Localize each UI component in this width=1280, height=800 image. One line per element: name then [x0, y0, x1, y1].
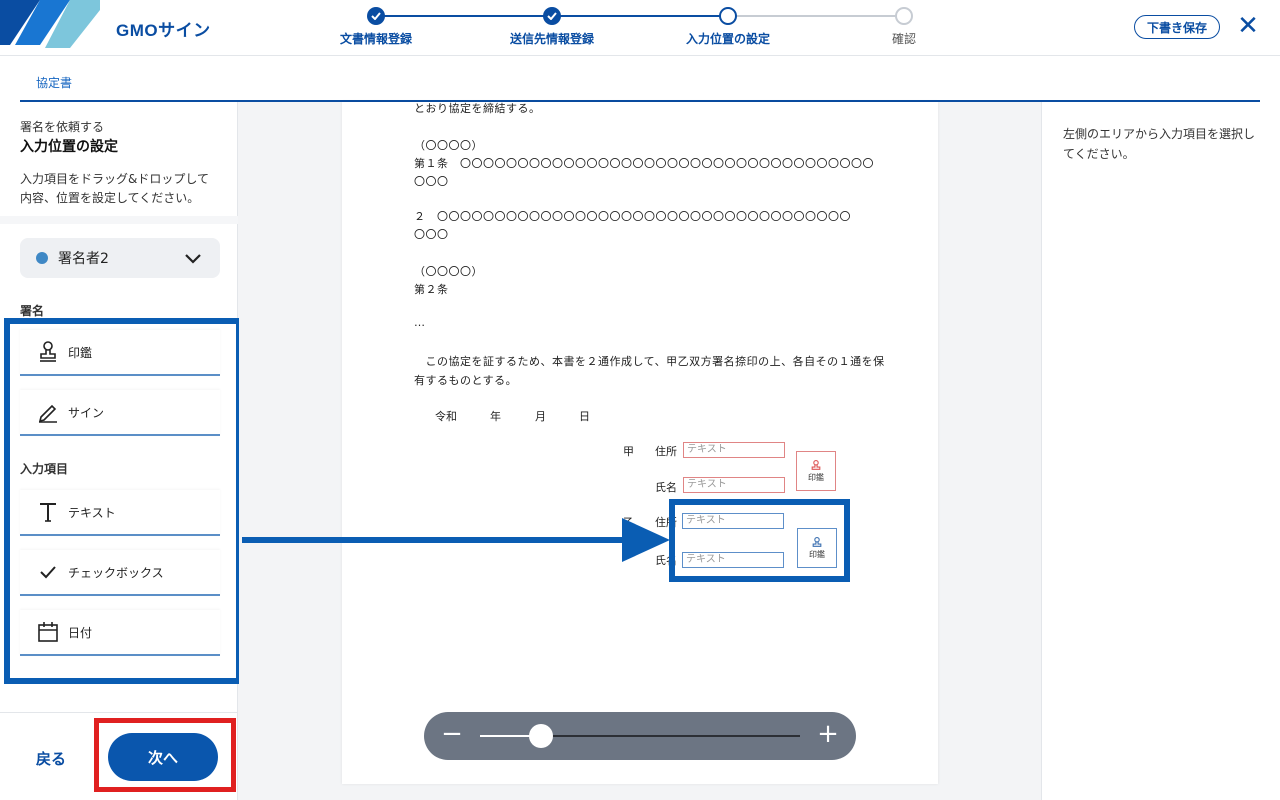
chevron-down-icon [184, 250, 202, 269]
date-label: 月 [535, 410, 546, 423]
document-text-line: 第２条 [414, 283, 449, 296]
party-a-name-label: 氏名 [655, 481, 677, 494]
properties-panel: 左側のエリアから入力項目を選択してください。 [1041, 102, 1280, 800]
document-text-line: とおり協定を締結する。 [414, 102, 541, 115]
document-text-line: ２ 〇〇〇〇〇〇〇〇〇〇〇〇〇〇〇〇〇〇〇〇〇〇〇〇〇〇〇〇〇〇〇〇〇〇〇〇 [414, 210, 851, 223]
app-header: GMOサイン 文書情報登録 送信先情報登録 入力位置の設定 確認 下書き保存 ✕ [0, 0, 1280, 56]
progress-stepper: 文書情報登録 送信先情報登録 入力位置の設定 確認 [340, 6, 940, 50]
date-label: 日 [579, 410, 590, 423]
party-a-stamp-field[interactable]: 印鑑 [796, 451, 836, 491]
zoom-out-icon[interactable]: − [440, 720, 464, 750]
divider [0, 712, 238, 713]
document-text-line: 〇〇〇 [414, 228, 449, 241]
panel-description: 入力項目をドラッグ&ドロップして内容、位置を設定してください。 [20, 172, 209, 205]
document-tab-bar: 協定書 [0, 56, 1280, 102]
step-label-recipient-info: 送信先情報登録 [509, 32, 595, 46]
back-button[interactable]: 戻る [36, 748, 66, 769]
document-text-line: 〇〇〇 [414, 175, 449, 188]
panel-title: 入力位置の設定 [20, 139, 118, 155]
party-a-mark: 甲 [623, 445, 634, 458]
brand-logo: GMOサイン [116, 21, 211, 40]
document-text-line: 有するものとする。 [414, 374, 518, 387]
step-label-input-position: 入力位置の設定 [685, 32, 771, 46]
zoom-slider[interactable] [480, 724, 800, 748]
step-label-document-info: 文書情報登録 [339, 32, 413, 46]
step-done-check-icon [367, 7, 385, 25]
zoom-in-icon[interactable]: + [816, 720, 840, 750]
step-current-dot [719, 7, 737, 25]
step-todo-dot [895, 7, 913, 25]
logo-mark-icon [0, 0, 100, 50]
drag-arrow [242, 537, 626, 543]
tab-agreement[interactable]: 協定書 [36, 74, 72, 91]
document-text-line: … [414, 316, 426, 329]
properties-hint: 左側のエリアから入力項目を選択してください。 [1063, 127, 1256, 161]
placed-fields-highlight-frame [669, 499, 850, 582]
section-label-signature: 署名 [20, 304, 45, 318]
drag-arrow-head [622, 518, 670, 562]
panel-subtitle: 署名を依頼する [20, 120, 105, 134]
document-text-line: （〇〇〇〇） [414, 139, 483, 152]
signer-select[interactable]: 署名者2 [20, 238, 220, 278]
zoom-slider-thumb[interactable] [529, 724, 553, 748]
divider [0, 216, 238, 224]
palette-highlight-frame [4, 318, 242, 684]
document-text-line: （〇〇〇〇） [414, 265, 483, 278]
signer-select-value: 署名者2 [58, 251, 109, 267]
party-a-address-label: 住所 [655, 445, 677, 458]
document-text-line: 第１条 〇〇〇〇〇〇〇〇〇〇〇〇〇〇〇〇〇〇〇〇〇〇〇〇〇〇〇〇〇〇〇〇〇〇〇〇 [414, 157, 874, 170]
step-label-confirm: 確認 [891, 32, 917, 46]
save-draft-button[interactable]: 下書き保存 [1134, 15, 1220, 39]
stamp-field-label: 印鑑 [808, 472, 824, 482]
document-text-line: この協定を証するため、本書を２通作成して、甲乙双方署名捺印の上、各自その１通を保 [414, 355, 885, 368]
stamp-icon [811, 459, 821, 470]
step-connector [376, 15, 552, 17]
party-a-name-field[interactable]: テキスト [683, 477, 785, 493]
signer-color-dot [36, 252, 48, 264]
next-button-highlight-frame [94, 718, 236, 792]
close-icon[interactable]: ✕ [1236, 13, 1260, 40]
zoom-control: − + [424, 712, 856, 760]
party-a-address-field[interactable]: テキスト [683, 442, 785, 458]
step-connector [728, 15, 904, 17]
step-connector [552, 15, 728, 17]
date-label: 令和 [435, 410, 457, 423]
date-label: 年 [490, 410, 501, 423]
document-page[interactable] [342, 102, 938, 784]
step-done-check-icon [543, 7, 561, 25]
